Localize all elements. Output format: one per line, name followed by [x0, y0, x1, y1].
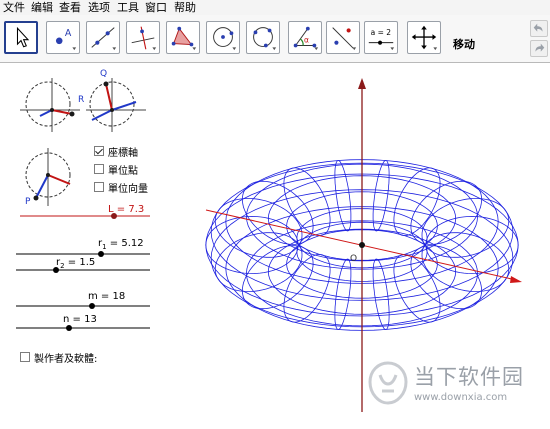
control-center-point-p: [46, 173, 50, 177]
control-center-point: [50, 108, 54, 112]
slider-r1-label: r1 = 5.12: [98, 238, 144, 251]
origin-label: O: [350, 254, 357, 264]
angle-tool-button[interactable]: α: [288, 21, 322, 54]
menu-file[interactable]: 文件: [3, 1, 25, 14]
x-axis-arrow-icon: [510, 276, 522, 283]
current-mode-label: 移动: [453, 38, 475, 51]
checkbox-unit-points-label: 單位點: [108, 166, 138, 177]
slider-n-label: n = 13: [63, 314, 97, 325]
checkbox-unit-vectors-label: 單位向量: [108, 184, 148, 195]
svg-text:a = 2: a = 2: [371, 28, 392, 37]
torus-meridian: [283, 254, 331, 323]
label-q: Q: [100, 69, 107, 79]
watermark-logo-icon: [368, 361, 408, 405]
cursor-arrow-icon: [16, 26, 30, 48]
checkbox-credits[interactable]: [20, 352, 30, 362]
polygon-icon: [171, 26, 197, 51]
slider-tool-button[interactable]: a = 2: [364, 21, 398, 54]
menu-window[interactable]: 窗口: [145, 1, 167, 14]
redo-button[interactable]: [530, 40, 548, 57]
checkbox-unit-points[interactable]: [94, 164, 104, 174]
point-q[interactable]: [103, 81, 109, 87]
reflect-tool-button[interactable]: [326, 21, 360, 54]
conic-tool-button[interactable]: [246, 21, 280, 54]
undo-icon: [533, 23, 543, 32]
new-point-icon: A: [55, 28, 77, 51]
r-vector-blue: [39, 109, 53, 117]
svg-text:α: α: [304, 36, 309, 45]
slider-n-handle[interactable]: [66, 325, 72, 331]
move-graphics-view-icon: [411, 25, 438, 51]
label-r: R: [78, 95, 84, 105]
q-vector-blue: [111, 101, 137, 111]
svg-text:A: A: [65, 28, 72, 39]
circle-tool-button[interactable]: [206, 21, 240, 54]
perpendicular-line-icon: [131, 26, 157, 51]
point-tool-button[interactable]: A: [46, 21, 80, 54]
line-through-points-icon: [91, 27, 117, 51]
q-vector: [105, 83, 113, 111]
menu-view[interactable]: 查看: [59, 1, 81, 14]
slider-m-handle[interactable]: [89, 303, 95, 309]
slider-r1-handle[interactable]: [98, 251, 104, 257]
origin-point: [359, 242, 365, 248]
p-vector-blue: [35, 174, 49, 199]
slider-icon: a = 2: [368, 28, 395, 51]
slider-r2-label: r2 = 1.5: [56, 257, 96, 270]
polygon-tool-button[interactable]: [166, 21, 200, 54]
q-vector-blue-2: [91, 109, 113, 121]
torus-meridian: [393, 167, 441, 236]
perpendicular-tool-button[interactable]: [126, 21, 160, 54]
slider-m-label: m = 18: [88, 291, 126, 302]
torus-meridian: [393, 254, 441, 323]
checkbox-axes-label: 座標軸: [108, 148, 138, 159]
torus-meridian: [205, 215, 299, 275]
watermark: 当下软件园 www.downxia.com: [368, 361, 540, 411]
checkbox-credits-label: 製作者及軟體:: [34, 354, 98, 365]
z-axis-arrow-icon: [358, 78, 366, 89]
checkbox-unit-vectors[interactable]: [94, 182, 104, 192]
graphics-view[interactable]: R Q P O 座標軸 單位點 單位向量 L = 7.3 r1 = 5.12 r…: [0, 64, 550, 429]
angle-icon: α: [293, 26, 319, 51]
move-view-tool-button[interactable]: [407, 21, 441, 54]
checkbox-axes[interactable]: [94, 146, 104, 156]
control-circle-r: [25, 81, 71, 127]
watermark-url: www.downxia.com: [414, 392, 508, 403]
torus-meridian: [334, 160, 352, 232]
menu-tools[interactable]: 工具: [117, 1, 139, 14]
p-vector: [47, 174, 71, 185]
line-tool-button[interactable]: [86, 21, 120, 54]
torus-meridian: [372, 258, 390, 330]
circle-three-points-icon: [253, 27, 277, 51]
point-r[interactable]: [69, 111, 75, 117]
menu-help[interactable]: 帮助: [174, 1, 196, 14]
torus-meridian: [372, 160, 390, 232]
circle-center-point-icon: [213, 27, 237, 51]
label-p: P: [25, 197, 31, 207]
watermark-text: 当下软件园: [414, 365, 524, 389]
control-center-point-q: [110, 108, 114, 112]
reflect-about-line-icon: [332, 27, 357, 51]
toolbar: A α a = 2 移动: [0, 15, 550, 63]
undo-button[interactable]: [530, 20, 548, 37]
slider-l-label: L = 7.3: [108, 204, 145, 215]
redo-icon: [535, 43, 545, 52]
torus-meridian: [283, 167, 331, 236]
menu-edit[interactable]: 编辑: [31, 1, 53, 14]
menu-bar: 文件 编辑 查看 选项 工具 窗口 帮助: [0, 0, 550, 15]
torus-meridian: [334, 258, 352, 330]
menu-options[interactable]: 选项: [88, 1, 110, 14]
move-tool-button[interactable]: [4, 21, 38, 54]
torus-meridian: [425, 215, 519, 275]
point-p[interactable]: [33, 195, 39, 201]
